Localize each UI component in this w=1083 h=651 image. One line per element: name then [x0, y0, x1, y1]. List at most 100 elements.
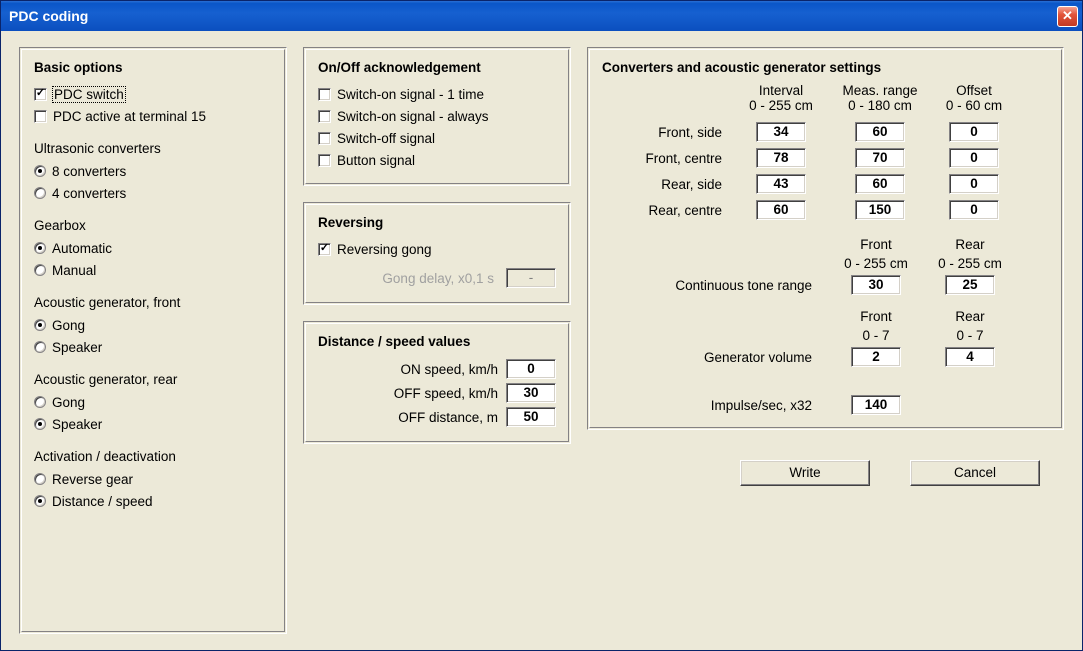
gong-delay-label: Gong delay, x0,1 s [318, 271, 494, 286]
front-side-offset[interactable]: 0 [949, 122, 999, 142]
front-side-interval[interactable]: 34 [756, 122, 806, 142]
button-signal-checkbox[interactable]: Button signal [318, 149, 556, 171]
checkbox-icon [318, 110, 331, 123]
meas-range-header: Meas. range [830, 83, 930, 98]
ultrasonic-4-radio[interactable]: 4 converters [34, 182, 272, 204]
gearbox-auto-label: Automatic [52, 241, 112, 256]
activation-label: Activation / deactivation [34, 449, 272, 464]
switch-on-always-checkbox[interactable]: Switch-on signal - always [318, 105, 556, 127]
rear-centre-meas[interactable]: 150 [855, 200, 905, 220]
vol-front-field[interactable]: 2 [851, 347, 901, 367]
front-centre-label: Front, centre [602, 151, 732, 166]
vol-front-header: Front [826, 309, 926, 324]
tone-row-label: Continuous tone range [602, 278, 822, 293]
acoustic-front-speaker-radio[interactable]: Speaker [34, 336, 272, 358]
acoustic-front-gong-radio[interactable]: Gong [34, 314, 272, 336]
tone-rear-field[interactable]: 25 [945, 275, 995, 295]
write-button[interactable]: Write [740, 460, 870, 486]
front-centre-interval[interactable]: 78 [756, 148, 806, 168]
impulse-field[interactable]: 140 [851, 395, 901, 415]
rear-side-interval[interactable]: 43 [756, 174, 806, 194]
acoustic-front-speaker-label: Speaker [52, 340, 102, 355]
close-icon: ✕ [1062, 8, 1073, 24]
pdc-switch-checkbox[interactable]: PDC switch [34, 83, 272, 105]
gearbox-label: Gearbox [34, 218, 272, 233]
ultrasonic-8-label: 8 converters [52, 164, 126, 179]
checkbox-icon [318, 243, 331, 256]
meas-range-range: 0 - 180 cm [830, 98, 930, 113]
tone-rear-header: Rear [930, 237, 1010, 252]
rear-centre-label: Rear, centre [602, 203, 732, 218]
switch-on-1time-label: Switch-on signal - 1 time [337, 87, 484, 102]
gearbox-manual-radio[interactable]: Manual [34, 259, 272, 281]
vol-row-label: Generator volume [602, 350, 822, 365]
pdc-switch-label: PDC switch [53, 87, 125, 102]
converters-group: Converters and acoustic generator settin… [587, 47, 1064, 430]
distance-speed-group: Distance / speed values ON speed, km/h 0… [303, 321, 571, 444]
tone-front-field[interactable]: 30 [851, 275, 901, 295]
vol-rear-header: Rear [930, 309, 1010, 324]
activation-reverse-radio[interactable]: Reverse gear [34, 468, 272, 490]
content-area: Basic options PDC switch PDC active at t… [1, 31, 1082, 650]
close-button[interactable]: ✕ [1057, 6, 1078, 27]
front-centre-offset[interactable]: 0 [949, 148, 999, 168]
converters-title: Converters and acoustic generator settin… [602, 60, 1049, 75]
checkbox-icon [34, 110, 47, 123]
acoustic-rear-speaker-radio[interactable]: Speaker [34, 413, 272, 435]
ultrasonic-label: Ultrasonic converters [34, 141, 272, 156]
rear-centre-interval[interactable]: 60 [756, 200, 806, 220]
reversing-title: Reversing [318, 215, 556, 230]
activation-distance-radio[interactable]: Distance / speed [34, 490, 272, 512]
radio-icon [34, 341, 46, 353]
cancel-button[interactable]: Cancel [910, 460, 1040, 486]
tone-front-range: 0 - 255 cm [826, 256, 926, 271]
switch-on-1time-checkbox[interactable]: Switch-on signal - 1 time [318, 83, 556, 105]
vol-rear-field[interactable]: 4 [945, 347, 995, 367]
radio-icon [34, 396, 46, 408]
off-speed-field[interactable]: 30 [506, 383, 556, 403]
front-side-meas[interactable]: 60 [855, 122, 905, 142]
distance-speed-title: Distance / speed values [318, 334, 556, 349]
rear-side-meas[interactable]: 60 [855, 174, 905, 194]
switch-on-always-label: Switch-on signal - always [337, 109, 489, 124]
impulse-label: Impulse/sec, x32 [602, 398, 822, 413]
rear-centre-offset[interactable]: 0 [949, 200, 999, 220]
onoff-ack-title: On/Off acknowledgement [318, 60, 556, 75]
front-centre-meas[interactable]: 70 [855, 148, 905, 168]
rear-side-offset[interactable]: 0 [949, 174, 999, 194]
radio-icon [34, 165, 46, 177]
window-title: PDC coding [9, 8, 88, 24]
reversing-gong-label: Reversing gong [337, 242, 432, 257]
activation-reverse-label: Reverse gear [52, 472, 133, 487]
pdc-terminal15-checkbox[interactable]: PDC active at terminal 15 [34, 105, 272, 127]
switch-off-checkbox[interactable]: Switch-off signal [318, 127, 556, 149]
radio-icon [34, 264, 46, 276]
switch-off-label: Switch-off signal [337, 131, 435, 146]
acoustic-rear-gong-label: Gong [52, 395, 85, 410]
on-speed-label: ON speed, km/h [400, 362, 498, 377]
tone-front-header: Front [826, 237, 926, 252]
checkbox-icon [318, 88, 331, 101]
off-distance-label: OFF distance, m [398, 410, 498, 425]
radio-icon [34, 473, 46, 485]
vol-front-range: 0 - 7 [826, 328, 926, 343]
tone-rear-range: 0 - 255 cm [930, 256, 1010, 271]
off-distance-field[interactable]: 50 [506, 407, 556, 427]
front-side-label: Front, side [602, 125, 732, 140]
rear-side-label: Rear, side [602, 177, 732, 192]
titlebar: PDC coding ✕ [1, 1, 1082, 31]
ultrasonic-8-radio[interactable]: 8 converters [34, 160, 272, 182]
gearbox-auto-radio[interactable]: Automatic [34, 237, 272, 259]
checkbox-icon [34, 88, 47, 101]
offset-range: 0 - 60 cm [934, 98, 1014, 113]
radio-icon [34, 187, 46, 199]
pdc-coding-window: PDC coding ✕ Basic options PDC switch PD… [0, 0, 1083, 651]
radio-icon [34, 495, 46, 507]
pdc-terminal15-label: PDC active at terminal 15 [53, 109, 206, 124]
acoustic-rear-gong-radio[interactable]: Gong [34, 391, 272, 413]
radio-icon [34, 319, 46, 331]
reversing-gong-checkbox[interactable]: Reversing gong [318, 238, 556, 260]
on-speed-field[interactable]: 0 [506, 359, 556, 379]
basic-options-title: Basic options [34, 60, 272, 75]
ultrasonic-4-label: 4 converters [52, 186, 126, 201]
